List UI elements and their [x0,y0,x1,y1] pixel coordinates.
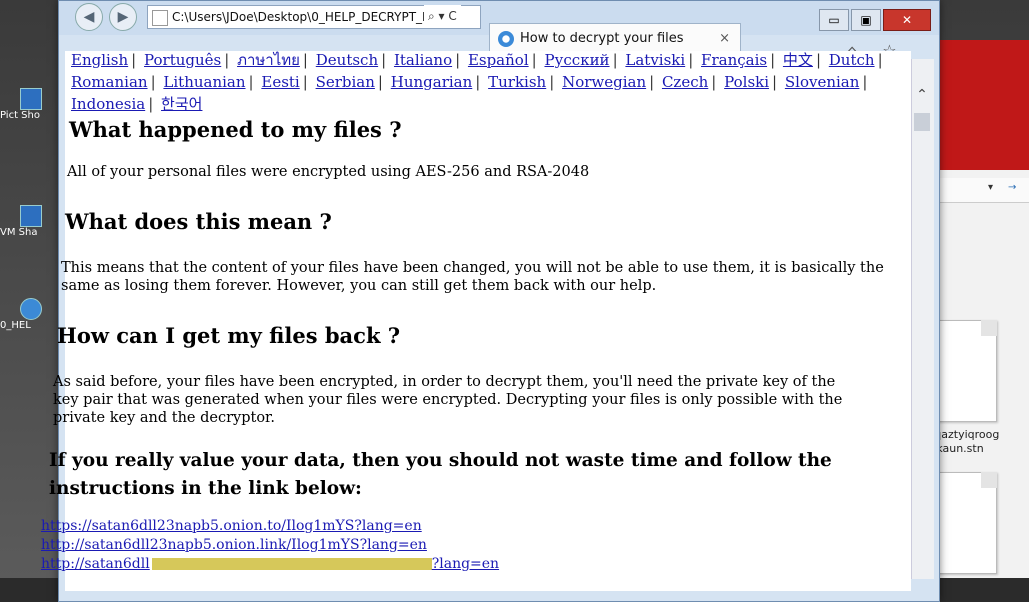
onion-link-link[interactable]: http://satan6dll23napb5.onion.link/Ilog1… [41,536,499,555]
desktop-file-label: 0_HEL [0,320,31,331]
language-link[interactable]: Norwegian [562,73,646,91]
language-link[interactable]: Français [701,51,767,69]
paragraph-meaning: This means that the content of your file… [61,260,884,294]
desktop-shortcut-label: Pict Sho [0,110,40,121]
ie-logo-icon [498,30,514,47]
address-text: C:\Users\JDoe\Desktop\0_HELP_DECRYPT_FI [172,10,433,24]
page-favicon-icon [152,9,168,26]
shortcut-icon [20,205,42,227]
language-separator: | [381,51,387,69]
language-separator: | [877,51,883,69]
scroll-up-icon[interactable]: ⌃ [911,87,933,107]
paragraph-encrypted: All of your personal files were encrypte… [67,164,590,180]
language-separator: | [248,73,254,91]
desktop-shortcut[interactable]: VM Sha [0,205,46,238]
language-link[interactable]: Русский [544,51,609,69]
language-separator: | [649,73,655,91]
forward-button[interactable]: ▶ [109,3,137,31]
language-separator: | [549,73,555,91]
language-separator: | [455,51,461,69]
language-separator: | [148,95,154,113]
onion-link-partial[interactable]: http://satan6dll ?lang=en [41,555,499,574]
language-separator: | [131,51,137,69]
onion-links: https://satan6dll23napb5.onion.to/Ilog1m… [41,517,499,574]
file-icon[interactable] [935,472,997,574]
heading-what-means: What does this mean ? [65,209,332,234]
language-separator: | [772,73,778,91]
go-arrow-icon[interactable]: → [1008,182,1016,193]
maximize-button[interactable]: ▣ [851,9,881,31]
address-buttons[interactable]: ⌕ ▾ C [424,5,461,27]
language-link[interactable]: Eesti [261,73,299,91]
desktop-file[interactable]: 0_HEL [0,298,46,331]
desktop-shortcut-label: VM Sha [0,227,38,238]
language-link[interactable]: 한국어 [161,95,202,113]
page-content: English | Português | ภาษาไทย | Deutsch | It… [41,49,911,591]
language-link[interactable]: Slovenian [785,73,860,91]
scroll-thumb[interactable] [914,113,930,131]
chevron-down-icon[interactable]: ▾ [988,182,993,193]
back-button[interactable]: ◀ [75,3,103,31]
language-link[interactable]: English [71,51,128,69]
redaction-bar [151,558,432,570]
language-separator: | [224,51,230,69]
language-separator: | [612,51,618,69]
language-link[interactable]: Indonesia [71,95,145,113]
language-separator: | [302,73,308,91]
language-separator: | [377,73,383,91]
shortcut-icon [20,88,42,110]
heading-get-back: How can I get my files back ? [57,323,401,348]
language-separator: | [815,51,821,69]
language-link[interactable]: Dutch [829,51,875,69]
onion-link-partial-text: http://satan6dll [41,556,150,572]
language-link[interactable]: 中文 [783,51,813,69]
language-separator: | [531,51,537,69]
desktop-shortcut[interactable]: Pict Sho [0,88,46,121]
paragraph-decrypt: As said before, your files have been enc… [53,374,843,426]
scrollbar[interactable] [911,59,934,579]
language-link[interactable]: Polski [724,73,769,91]
ie-file-icon [20,298,42,320]
language-separator: | [475,73,481,91]
language-link[interactable]: Romanian [71,73,148,91]
browser-window: ◀ ▶ C:\Users\JDoe\Desktop\0_HELP_DECRYPT… [41,0,940,602]
language-link[interactable]: Português [144,51,221,69]
heading-what-happened: What happened to my files ? [69,117,402,142]
tab-title: How to decrypt your files [520,31,684,46]
minimize-button[interactable]: ▭ [819,9,849,31]
file-icon[interactable] [935,320,997,422]
language-link[interactable]: Deutsch [316,51,378,69]
language-bar: English | Português | ภาษาไทย | Deutsch | It… [71,49,901,115]
language-separator: | [150,73,156,91]
language-link[interactable]: Lithuanian [163,73,245,91]
language-separator: | [688,51,694,69]
onion-link-partial-tail: ?lang=en [431,556,500,572]
language-separator: | [770,51,776,69]
language-link[interactable]: Serbian [316,73,375,91]
heading-value-data: If you really value your data, then you … [49,450,832,499]
language-link[interactable]: Español [468,51,529,69]
language-separator: | [711,73,717,91]
language-link[interactable]: Hungarian [391,73,473,91]
language-link[interactable]: Turkish [488,73,546,91]
language-link[interactable]: ภาษาไทย [237,51,300,69]
language-link[interactable]: Latviski [625,51,685,69]
language-link[interactable]: Italiano [394,51,452,69]
onion-link-to[interactable]: https://satan6dll23napb5.onion.to/Ilog1m… [41,517,499,536]
close-button[interactable]: ✕ [883,9,931,31]
language-separator: | [302,51,308,69]
language-separator: | [862,73,868,91]
language-link[interactable]: Czech [662,73,708,91]
